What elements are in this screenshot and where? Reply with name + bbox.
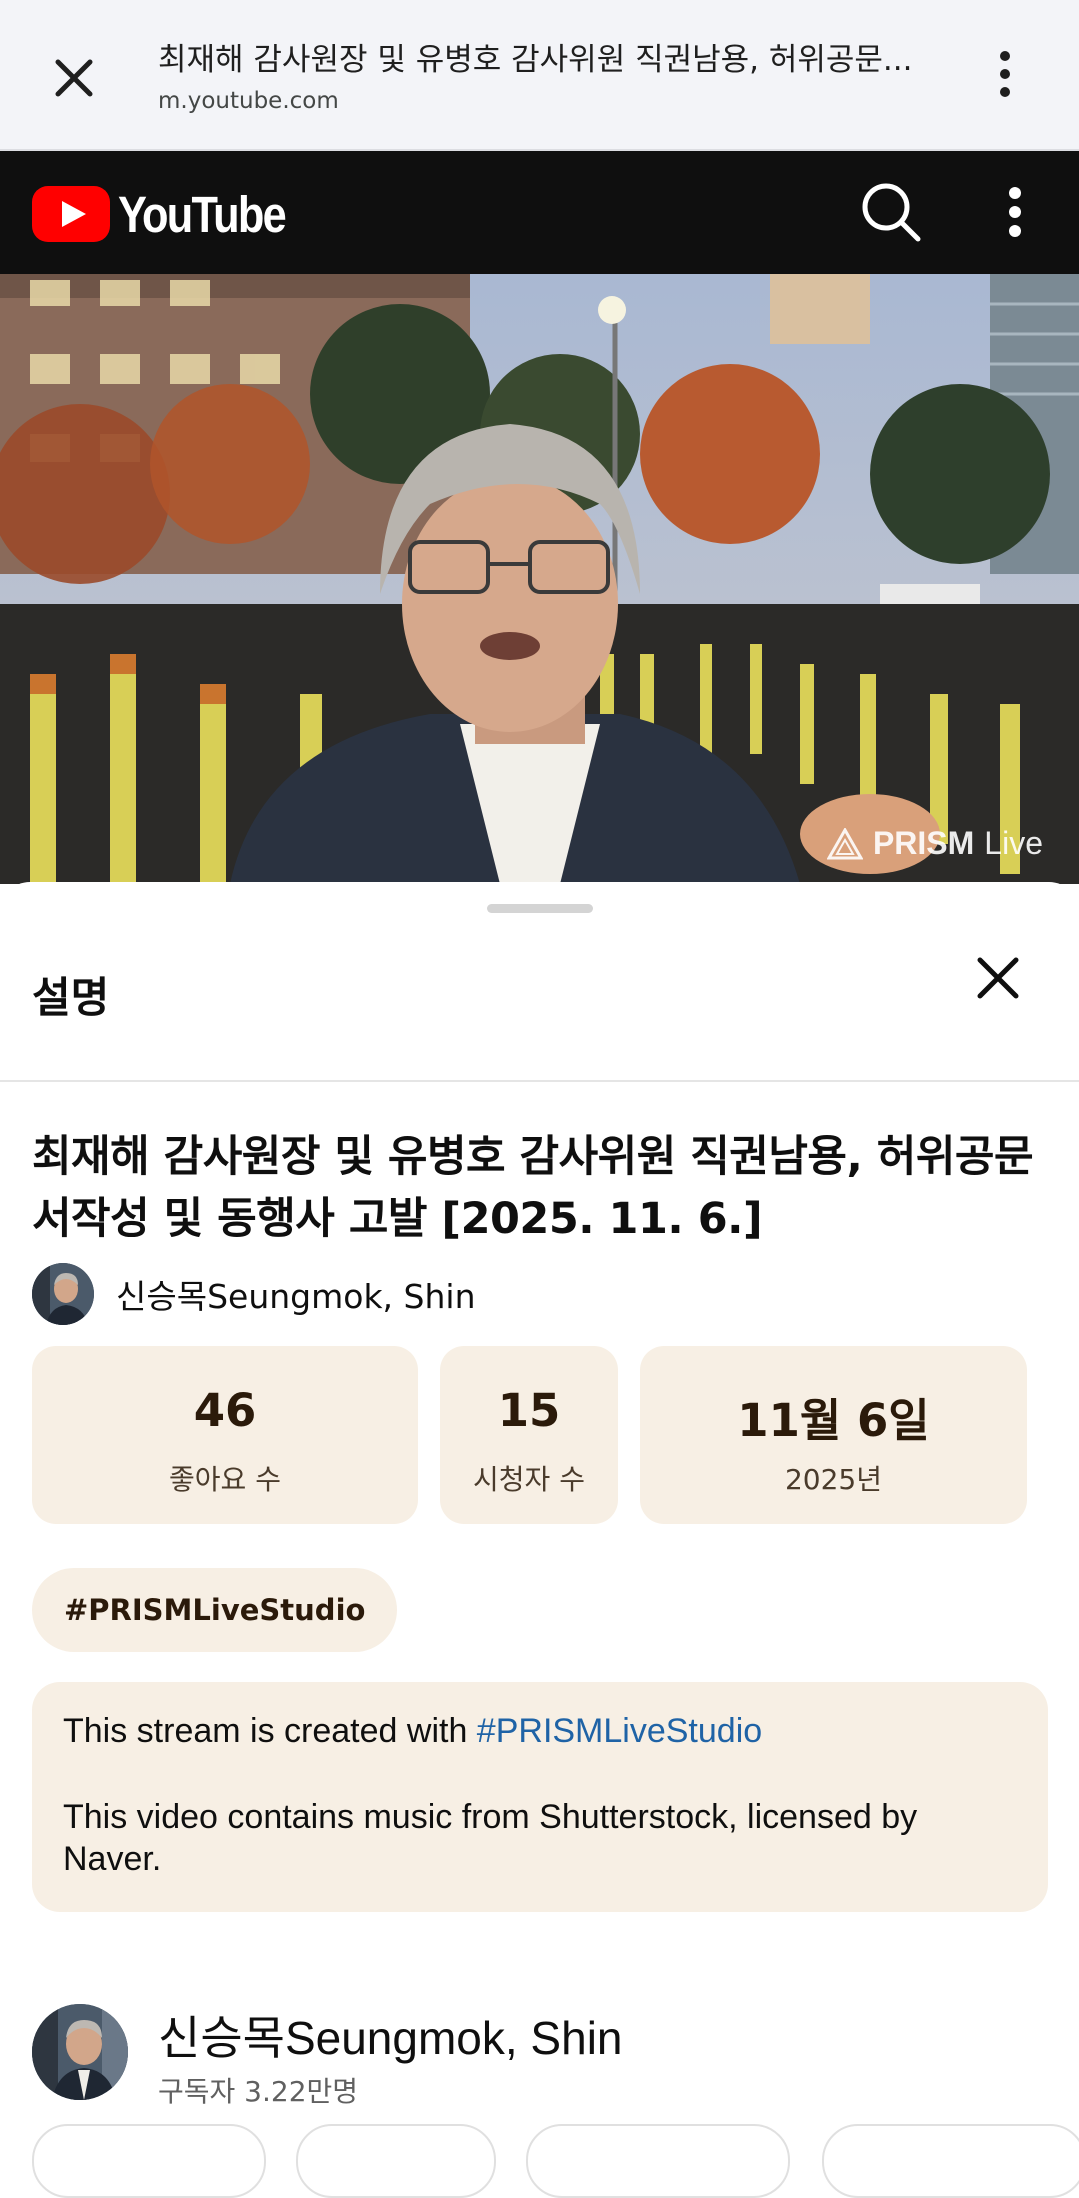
- prism-triangle-icon: [826, 827, 863, 859]
- channel-card-name: 신승목Seungmok, Shin: [158, 2012, 623, 2064]
- video-player[interactable]: PRISM Live: [0, 274, 1079, 884]
- year-label: 2025년: [784, 1463, 883, 1496]
- date-value: 11월 6일: [737, 1394, 930, 1447]
- description-line-2: This video contains music from Shutterst…: [63, 1798, 918, 1878]
- close-icon[interactable]: [44, 48, 104, 108]
- action-pill[interactable]: [526, 2124, 790, 2198]
- description-sheet: 설명 최재해 감사원장 및 유병호 감사위원 직권남용, 허위공문서작성 및 동…: [0, 882, 1079, 2198]
- channel-row[interactable]: 신승목Seungmok, Shin: [32, 1262, 475, 1326]
- divider: [0, 1080, 1079, 1082]
- hashtag-chip[interactable]: #PRISMLiveStudio: [32, 1568, 398, 1652]
- viewers-count: 15: [497, 1384, 561, 1437]
- subscriber-count: 구독자 3.22만명: [158, 2075, 359, 2108]
- more-vert-icon[interactable]: [985, 44, 1025, 104]
- close-icon[interactable]: [970, 950, 1026, 1006]
- video-title: 최재해 감사원장 및 유병호 감사위원 직권남용, 허위공문서작성 및 동행사 …: [32, 1132, 1034, 1244]
- video-frame: [0, 274, 1079, 884]
- channel-avatar: [32, 2004, 128, 2100]
- browser-tab-bar: 최재해 감사원장 및 유병호 감사위원 직권남용, 허위공문... m.yout…: [0, 0, 1079, 151]
- browser-url: m.youtube.com: [158, 88, 339, 114]
- date-stat: 11월 6일 2025년: [640, 1346, 1027, 1524]
- action-pill[interactable]: [32, 2124, 266, 2198]
- viewers-label: 시청자 수: [473, 1463, 585, 1496]
- drag-handle[interactable]: [487, 904, 593, 913]
- avatar: [32, 1263, 94, 1325]
- youtube-play-logo-icon: [32, 186, 110, 242]
- description-box: This stream is created with #PRISMLiveSt…: [32, 1682, 1048, 1912]
- hashtag-link[interactable]: #PRISMLiveStudio: [477, 1712, 762, 1750]
- watermark-suffix: Live: [984, 825, 1043, 861]
- prism-live-watermark: PRISM Live: [826, 825, 1043, 862]
- likes-count: 46: [193, 1384, 257, 1437]
- viewers-stat: 15 시청자 수: [440, 1346, 618, 1524]
- more-vert-icon[interactable]: [990, 179, 1040, 245]
- likes-label: 좋아요 수: [169, 1463, 281, 1496]
- channel-card[interactable]: 신승목Seungmok, Shin 구독자 3.22만명: [32, 1992, 1048, 2108]
- browser-page-title: 최재해 감사원장 및 유병호 감사위원 직권남용, 허위공문...: [158, 42, 913, 78]
- action-pills-row: [32, 2124, 1079, 2198]
- watermark-brand: PRISM: [872, 825, 975, 861]
- search-icon[interactable]: [858, 179, 924, 245]
- action-pill[interactable]: [822, 2124, 1079, 2198]
- sheet-title: 설명: [32, 973, 110, 1022]
- youtube-logo-text: YouTube: [118, 185, 287, 243]
- description-text: This stream is created with: [63, 1712, 477, 1750]
- action-pill[interactable]: [296, 2124, 496, 2198]
- youtube-header: YouTube: [0, 151, 1079, 274]
- channel-name: 신승목Seungmok, Shin: [116, 1277, 476, 1316]
- likes-stat: 46 좋아요 수: [32, 1346, 418, 1524]
- youtube-logo[interactable]: YouTube: [32, 184, 315, 244]
- description-line-1: This stream is created with #PRISMLiveSt…: [63, 1712, 762, 1751]
